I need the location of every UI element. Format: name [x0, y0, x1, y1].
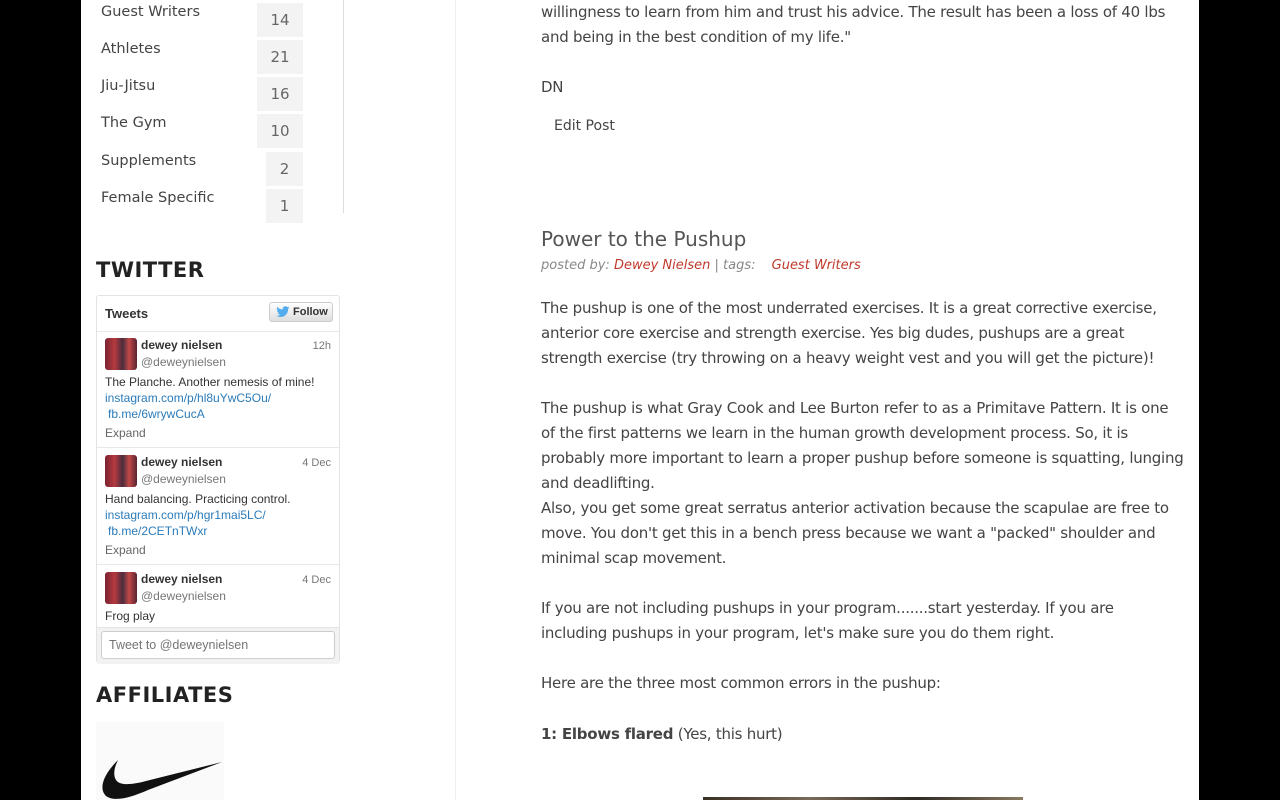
avatar[interactable]: [105, 338, 137, 370]
twitter-bird-icon: [276, 306, 290, 317]
avatar[interactable]: [105, 572, 137, 604]
category-count: 14: [257, 3, 303, 37]
category-count: 1: [266, 189, 303, 223]
error-title: 1: Elbows flared: [541, 725, 674, 743]
twitter-timeline-header: Tweets Follow: [97, 296, 339, 332]
post-paragraph: If you are not including pushups in your…: [541, 599, 1114, 642]
error-note: (Yes, this hurt): [673, 725, 783, 743]
category-label[interactable]: Jiu-Jitsu: [101, 78, 155, 94]
category-list: Guest Writers 14 Athletes 21 Jiu-Jitsu 1…: [81, 0, 344, 223]
tweet-link[interactable]: fb.me/6wrywCucA: [108, 407, 205, 421]
tweet-link[interactable]: instagram.com/p/hl8uYwC5Ou/: [105, 391, 271, 405]
tweet-compose-input[interactable]: [101, 631, 335, 659]
category-item-guest-writers[interactable]: Guest Writers 14: [101, 0, 321, 37]
category-label[interactable]: The Gym: [101, 115, 167, 131]
category-count: 21: [257, 40, 303, 74]
tweet-author-handle[interactable]: @deweynielsen: [141, 589, 226, 603]
tweet-timestamp[interactable]: 4 Dec: [302, 574, 331, 586]
follow-button[interactable]: Follow: [269, 302, 333, 322]
tweets-title: Tweets: [105, 306, 149, 321]
previous-post-signature: DN: [541, 78, 564, 96]
nike-swoosh-icon: [102, 760, 222, 799]
twitter-timeline: Tweets Follow dewey nielsen @deweynielse…: [96, 295, 340, 664]
category-item-jiu-jitsu[interactable]: Jiu-Jitsu 16: [101, 74, 321, 111]
main-content: willingness to learn from him and trust …: [455, 0, 1199, 800]
category-label[interactable]: Supplements: [101, 153, 196, 169]
tweet-author-name[interactable]: dewey nielsen: [141, 455, 222, 469]
tags-label: | tags:: [714, 258, 756, 273]
avatar[interactable]: [105, 455, 137, 487]
category-item-the-gym[interactable]: The Gym 10: [101, 111, 321, 148]
category-item-athletes[interactable]: Athletes 21: [101, 37, 321, 74]
category-item-female-specific[interactable]: Female Specific 1: [101, 186, 321, 223]
category-item-supplements[interactable]: Supplements 2: [101, 149, 321, 186]
sidebar: Guest Writers 14 Athletes 21 Jiu-Jitsu 1…: [81, 0, 344, 800]
category-count: 10: [257, 114, 303, 148]
post-paragraph: The pushup is one of the most underrated…: [541, 299, 1157, 367]
tweet-author-name[interactable]: dewey nielsen: [141, 338, 222, 352]
post-paragraph: Here are the three most common errors in…: [541, 674, 941, 692]
post-meta: posted by: Dewey Nielsen | tags: Guest W…: [541, 258, 861, 273]
tweet-item[interactable]: dewey nielsen @deweynielsen 4 Dec Hand b…: [97, 448, 339, 565]
tweet-timestamp[interactable]: 12h: [313, 340, 331, 352]
follow-label: Follow: [293, 306, 328, 318]
affiliate-logo[interactable]: [96, 722, 224, 800]
posted-by-label: posted by:: [541, 258, 610, 273]
tweet-expand-link[interactable]: Expand: [105, 426, 146, 440]
post-title[interactable]: Power to the Pushup: [541, 227, 746, 251]
tweet-link[interactable]: instagram.com/p/hgr1mai5LC/: [105, 508, 266, 522]
twitter-heading: TWITTER: [96, 258, 205, 282]
tweet-item[interactable]: dewey nielsen @deweynielsen 12h The Plan…: [97, 331, 339, 448]
tweet-author-handle[interactable]: @deweynielsen: [141, 355, 226, 369]
category-count: 2: [266, 152, 303, 186]
post-error-heading: 1: Elbows flared (Yes, this hurt): [541, 722, 1186, 747]
tweet-compose-area: [97, 627, 339, 664]
category-label[interactable]: Athletes: [101, 41, 161, 57]
post-author-link[interactable]: Dewey Nielsen: [614, 258, 710, 273]
post-tag-link[interactable]: Guest Writers: [772, 258, 861, 273]
category-count: 16: [257, 77, 303, 111]
tweet-author-name[interactable]: dewey nielsen: [141, 572, 222, 586]
post-paragraph: Also, you get some great serratus anteri…: [541, 499, 1169, 567]
tweet-text: The Planche. Another nemesis of mine!: [105, 375, 315, 389]
tweet-text: Frog play: [105, 609, 156, 623]
category-label[interactable]: Guest Writers: [101, 4, 200, 20]
previous-post-text: willingness to learn from him and trust …: [541, 3, 1166, 46]
tweet-author-handle[interactable]: @deweynielsen: [141, 472, 226, 486]
tweet-item[interactable]: dewey nielsen @deweynielsen 4 Dec Frog p…: [97, 565, 339, 627]
edit-post-link[interactable]: Edit Post: [554, 118, 615, 134]
post-paragraph: The pushup is what Gray Cook and Lee Bur…: [541, 399, 1184, 492]
tweet-text: Hand balancing. Practicing control.: [105, 492, 291, 506]
tweet-expand-link[interactable]: Expand: [105, 543, 146, 557]
affiliates-heading: AFFILIATES: [96, 683, 234, 707]
tweet-link[interactable]: fb.me/2CETnTWxr: [108, 524, 207, 538]
tweet-timestamp[interactable]: 4 Dec: [302, 457, 331, 469]
category-label[interactable]: Female Specific: [101, 190, 214, 206]
page: Guest Writers 14 Athletes 21 Jiu-Jitsu 1…: [81, 0, 1199, 800]
